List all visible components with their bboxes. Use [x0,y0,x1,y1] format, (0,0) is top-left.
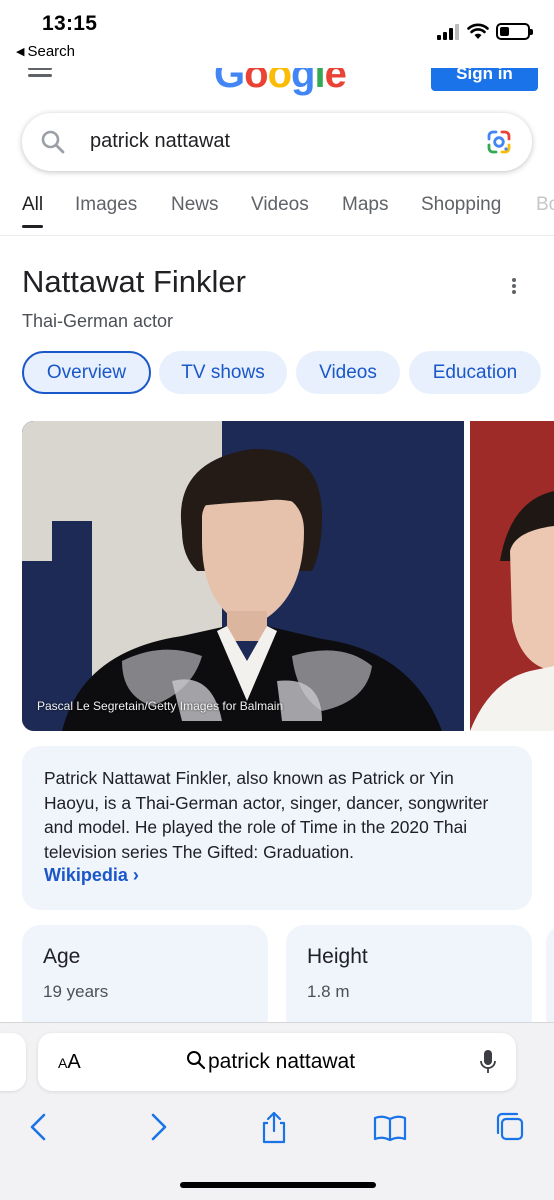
tab-news[interactable]: News [171,194,219,216]
chip-tv-shows[interactable]: TV shows [159,351,287,394]
search-box[interactable]: patrick nattawat [22,113,532,171]
attribute-card-next[interactable] [546,925,554,1035]
address-field[interactable]: AA patrick nattawat [38,1033,516,1091]
wifi-icon [467,23,489,39]
page-settings-button[interactable]: AA [58,1051,81,1074]
status-time: 13:15 [42,12,98,35]
tab-videos[interactable]: Videos [251,194,309,216]
address-query[interactable]: patrick nattawat [186,1050,355,1074]
chevron-right-icon: › [132,865,139,885]
aa-small: A [58,1055,68,1071]
search-icon[interactable] [40,129,66,155]
menu-icon[interactable] [28,67,52,77]
microphone-icon[interactable] [480,1049,496,1075]
share-icon[interactable] [257,1110,291,1144]
image-credit: Pascal Le Segretain/Getty Images for Bal… [37,699,284,713]
tab-all[interactable]: All [22,194,44,228]
entity-title: Nattawat Finkler [22,264,246,299]
attribute-value: 19 years [43,982,109,1001]
chip-videos[interactable]: Videos [296,351,400,394]
chip-overview[interactable]: Overview [22,351,151,394]
forward-icon[interactable] [141,1110,175,1144]
wikipedia-link[interactable]: Wikipedia › [44,865,139,886]
aa-big: A [67,1051,81,1073]
battery-icon [496,23,533,40]
tabs-icon[interactable] [493,1110,527,1144]
safari-address-bar: AA patrick nattawat [0,1022,554,1102]
attribute-label: Age [43,945,81,968]
attribute-label: Height [307,945,368,968]
entity-photo-secondary[interactable] [470,421,554,731]
google-lens-icon[interactable] [485,128,513,156]
search-tabs: All Images News Videos Maps Shopping Bo [0,180,554,236]
back-triangle-icon: ◀ [16,46,25,58]
entity-subtitle: Thai-German actor [22,311,174,331]
back-to-search-link[interactable]: ◀ Search [16,43,75,60]
portrait-photo [22,421,464,731]
wikipedia-link-label: Wikipedia [44,865,128,885]
tab-shopping[interactable]: Shopping [421,194,501,216]
entity-photo-main[interactable]: Pascal Le Segretain/Getty Images for Bal… [22,421,464,731]
cellular-signal-icon [437,24,461,40]
chip-education[interactable]: Education [409,351,541,394]
status-bar: 13:15 ◀ Search [0,0,554,68]
entity-description: Patrick Nattawat Finkler, also known as … [44,768,489,862]
back-search-label: Search [27,43,75,60]
attribute-card-age[interactable]: Age 19 years [22,925,268,1035]
back-icon[interactable] [22,1110,56,1144]
tab-images[interactable]: Images [75,194,137,216]
home-indicator[interactable] [180,1182,376,1188]
address-query-text: patrick nattawat [208,1050,356,1073]
tab-books[interactable]: Bo [536,194,554,216]
bookmarks-icon[interactable] [373,1110,407,1144]
search-icon [187,1051,206,1070]
description-card: Patrick Nattawat Finkler, also known as … [22,746,532,910]
previous-tab-preview[interactable] [0,1033,26,1091]
attribute-card-height[interactable]: Height 1.8 m [286,925,532,1035]
more-options-icon[interactable] [504,274,524,298]
search-input[interactable]: patrick nattawat [90,130,230,153]
attribute-value: 1.8 m [307,982,350,1001]
tab-maps[interactable]: Maps [342,194,388,216]
secondary-photo [470,421,554,731]
